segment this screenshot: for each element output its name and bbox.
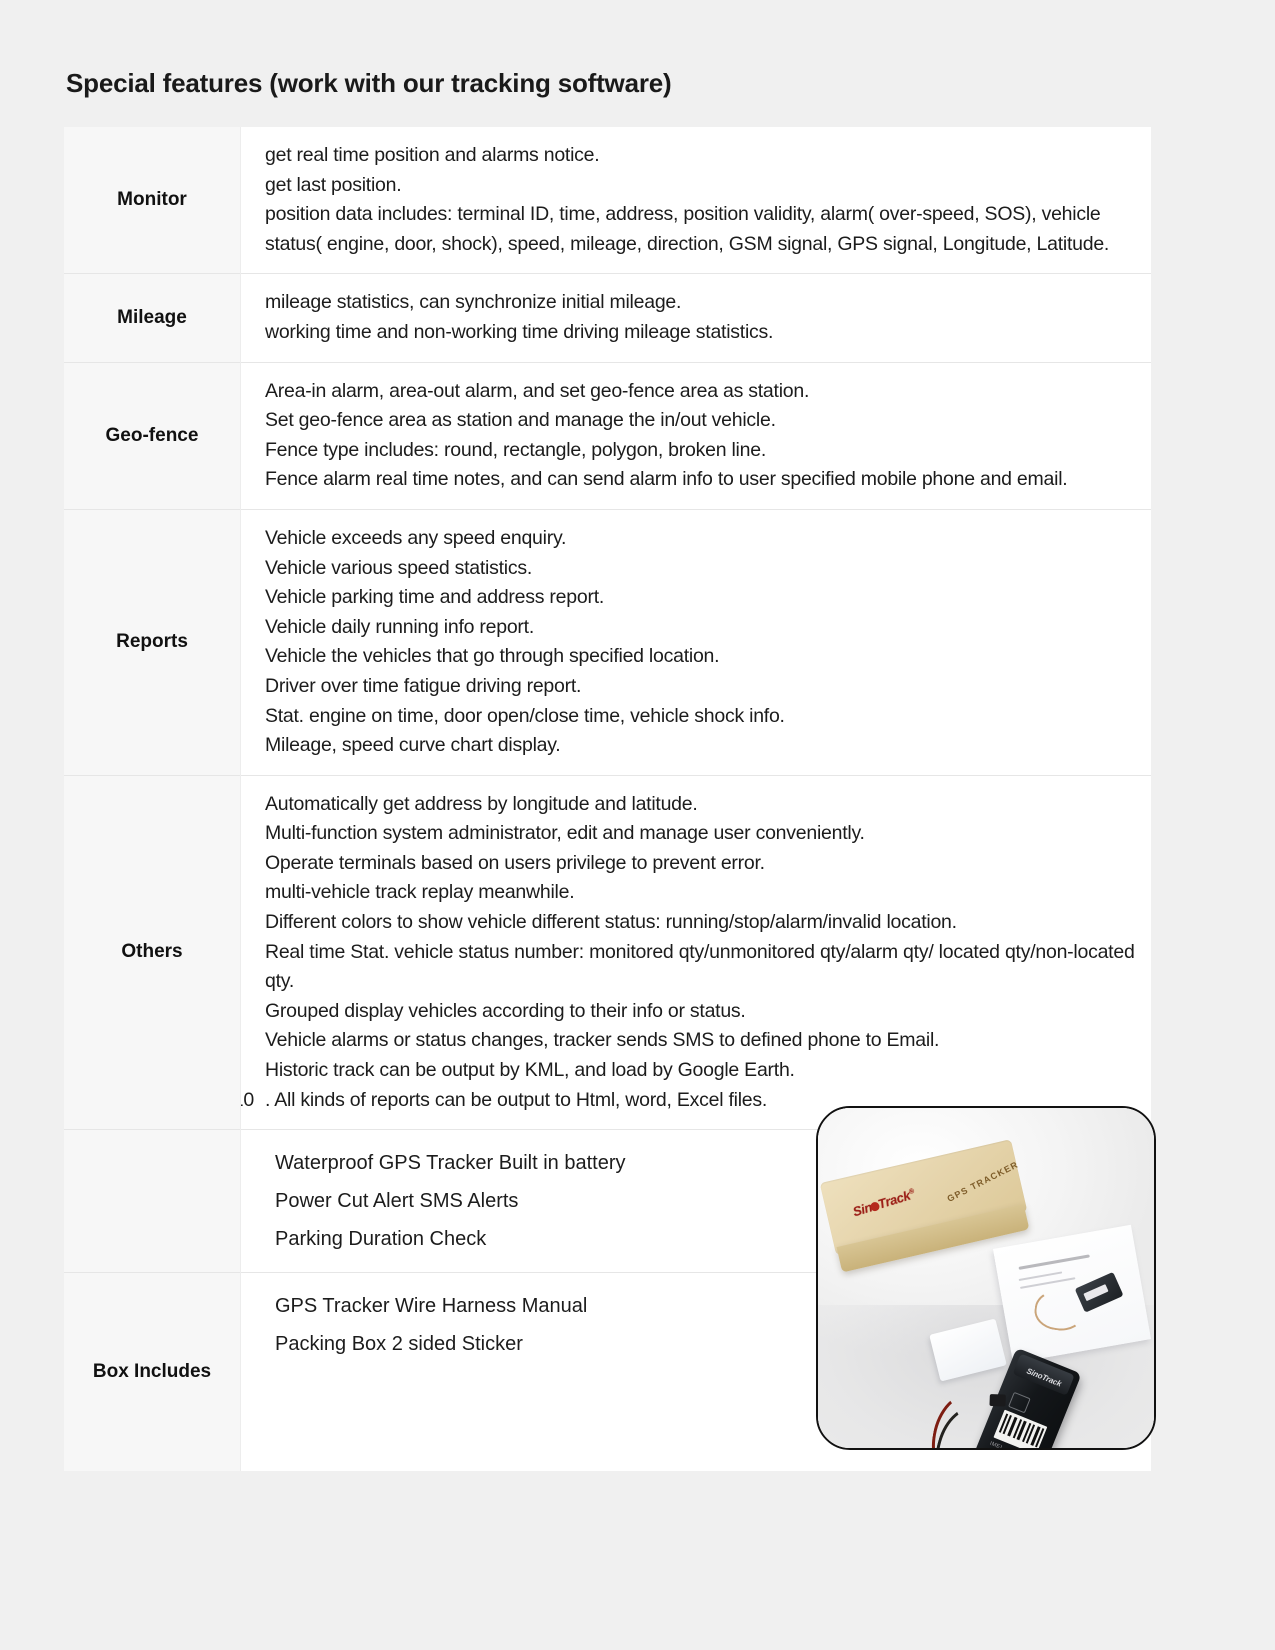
tracker-cert-marks: [1008, 1391, 1031, 1414]
tracker-imei-label: IMEI: [988, 1440, 1003, 1450]
row-body-geofence: Area-in alarm, area-out alarm, and set g…: [240, 361, 1151, 510]
feature-line: Automatically get address by longitude a…: [265, 792, 698, 815]
clipped-list-number: 10: [241, 1088, 254, 1111]
table-row: Others Automatically get address by long…: [64, 774, 1151, 1130]
feature-line: Mileage, speed curve chart display.: [265, 734, 561, 757]
feature-line: working time and non-working time drivin…: [265, 320, 774, 343]
tracker-barcode: [993, 1409, 1048, 1448]
feature-line: Vehicle parking time and address report.: [265, 586, 605, 609]
feature-line: mileage statistics, can synchronize init…: [265, 291, 682, 314]
row-body-mileage: mileage statistics, can synchronize init…: [240, 273, 1151, 363]
brand-text-prefix: Sin: [850, 1199, 874, 1220]
feature-line: Operate terminals based on users privile…: [265, 851, 765, 874]
feature-line: Vehicle alarms or status changes, tracke…: [265, 1029, 940, 1052]
brand-logo: Sin Track®: [850, 1186, 917, 1220]
feature-line: Vehicle exceeds any speed enquiry.: [265, 526, 567, 549]
row-label-blank: [64, 1129, 241, 1273]
feature-line: Different colors to show vehicle differe…: [265, 911, 957, 934]
tracker-logo: SinoTrack: [1025, 1366, 1063, 1389]
feature-line: position data includes: terminal ID, tim…: [265, 203, 1110, 255]
feature-line: Fence type includes: round, rectangle, p…: [265, 438, 766, 461]
row-body-reports: Vehicle exceeds any speed enquiry. Vehic…: [240, 508, 1151, 776]
brand-text-suffix: Track: [876, 1187, 913, 1212]
row-label-others: Others: [64, 774, 241, 1130]
feature-line: multi-vehicle track replay meanwhile.: [265, 881, 575, 904]
feature-line: get last position.: [265, 173, 402, 196]
feature-line: Driver over time fatigue driving report.: [265, 674, 582, 697]
feature-line: Historic track can be output by KML, and…: [265, 1059, 795, 1082]
row-label-geofence: Geo-fence: [64, 361, 241, 510]
feature-line: Real time Stat. vehicle status number: m…: [265, 940, 1135, 993]
feature-line: Vehicle daily running info report.: [265, 615, 535, 638]
manual-device-illustration: [1074, 1271, 1124, 1313]
table-row: Monitor get real time position and alarm…: [64, 127, 1151, 274]
tracker-connector-plug: [989, 1393, 1006, 1407]
row-label-box-includes: Box Includes: [64, 1272, 241, 1472]
page-title: Special features (work with our tracking…: [66, 68, 672, 98]
row-label-mileage: Mileage: [64, 273, 241, 363]
table-row: Mileage mileage statistics, can synchron…: [64, 273, 1151, 363]
feature-line: Area-in alarm, area-out alarm, and set g…: [265, 379, 810, 402]
manual-sheet: [992, 1224, 1152, 1364]
feature-line: get real time position and alarms notice…: [265, 144, 600, 166]
row-label-reports: Reports: [64, 508, 241, 776]
feature-line: Grouped display vehicles according to th…: [265, 999, 746, 1022]
feature-line: Fence alarm real time notes, and can sen…: [265, 468, 1068, 491]
feature-line: Stat. engine on time, door open/close ti…: [265, 704, 785, 727]
feature-line: Multi-function system administrator, edi…: [265, 822, 865, 845]
manual-title-bar: [1018, 1254, 1090, 1270]
row-body-others: Automatically get address by longitude a…: [240, 774, 1151, 1130]
table-row: Reports Vehicle exceeds any speed enquir…: [64, 508, 1151, 776]
table-row: Geo-fence Area-in alarm, area-out alarm,…: [64, 361, 1151, 510]
feature-line: Set geo-fence area as station and manage…: [265, 409, 776, 432]
box-subtitle: GPS TRACKER: [945, 1159, 1021, 1204]
clipped-list-text: . All kinds of reports can be output to …: [265, 1088, 768, 1111]
feature-line: Vehicle various speed statistics.: [265, 556, 533, 579]
photo-background: Sin Track® GPS TRACKER SinoTrack IMEI: [818, 1108, 1154, 1448]
brand-registered-mark: ®: [908, 1187, 915, 1197]
product-photo: Sin Track® GPS TRACKER SinoTrack IMEI: [816, 1106, 1156, 1450]
row-label-monitor: Monitor: [64, 127, 241, 274]
document-page: Special features (work with our tracking…: [0, 0, 1275, 1650]
feature-line: Vehicle the vehicles that go through spe…: [265, 645, 720, 668]
row-body-monitor: get real time position and alarms notice…: [240, 127, 1151, 274]
